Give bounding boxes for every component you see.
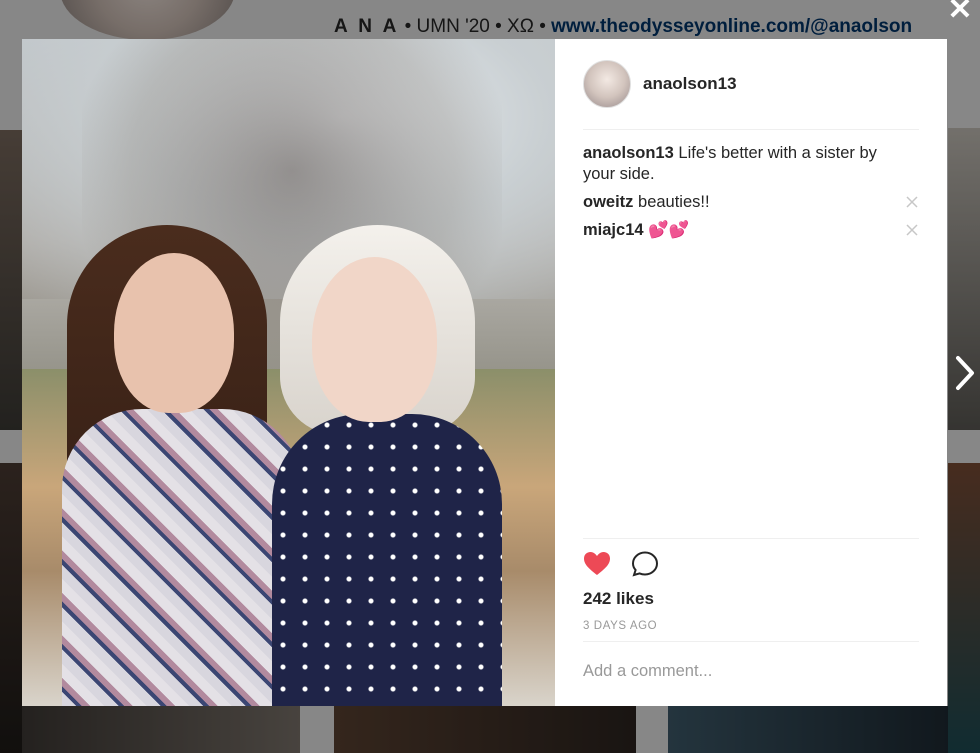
- photo-person-right-body: [272, 414, 502, 706]
- chevron-right-icon[interactable]: [952, 352, 978, 394]
- comment-caption: anaolson13 Life's better with a sister b…: [583, 143, 919, 185]
- like-count[interactable]: 242 likes: [583, 589, 654, 609]
- post-modal: anaolson13 anaolson13 Life's better with…: [22, 39, 947, 706]
- action-icons: [583, 551, 659, 577]
- close-icon[interactable]: ✕: [946, 0, 974, 25]
- post-timestamp: 3 DAYS AGO: [583, 620, 658, 632]
- list-item: miajc14 💕💕: [583, 220, 919, 241]
- photo-person-left-face: [114, 253, 234, 413]
- post-header: anaolson13: [583, 39, 919, 130]
- comment-input[interactable]: [583, 662, 919, 681]
- comment-icon[interactable]: [631, 551, 659, 577]
- post-username[interactable]: anaolson13: [643, 74, 737, 94]
- comment-list: anaolson13 Life's better with a sister b…: [583, 143, 919, 248]
- post-actions: 242 likes 3 DAYS AGO: [583, 538, 919, 642]
- list-item: oweitz beauties!!: [583, 192, 919, 213]
- post-photo[interactable]: [22, 39, 555, 706]
- comment-user[interactable]: miajc14: [583, 221, 644, 239]
- delete-comment-icon[interactable]: [905, 195, 919, 209]
- photo-person-left-body: [62, 409, 302, 706]
- comment-text: beauties!!: [638, 193, 710, 211]
- photo-person-right-face: [312, 257, 437, 422]
- add-comment-box: [583, 641, 919, 707]
- delete-comment-icon[interactable]: [905, 223, 919, 237]
- comment-user[interactable]: oweitz: [583, 193, 633, 211]
- comment-text: 💕💕: [648, 221, 690, 239]
- post-sidebar: anaolson13 anaolson13 Life's better with…: [555, 39, 947, 706]
- comment-user[interactable]: anaolson13: [583, 144, 674, 162]
- avatar[interactable]: [583, 60, 631, 108]
- heart-icon[interactable]: [583, 551, 611, 577]
